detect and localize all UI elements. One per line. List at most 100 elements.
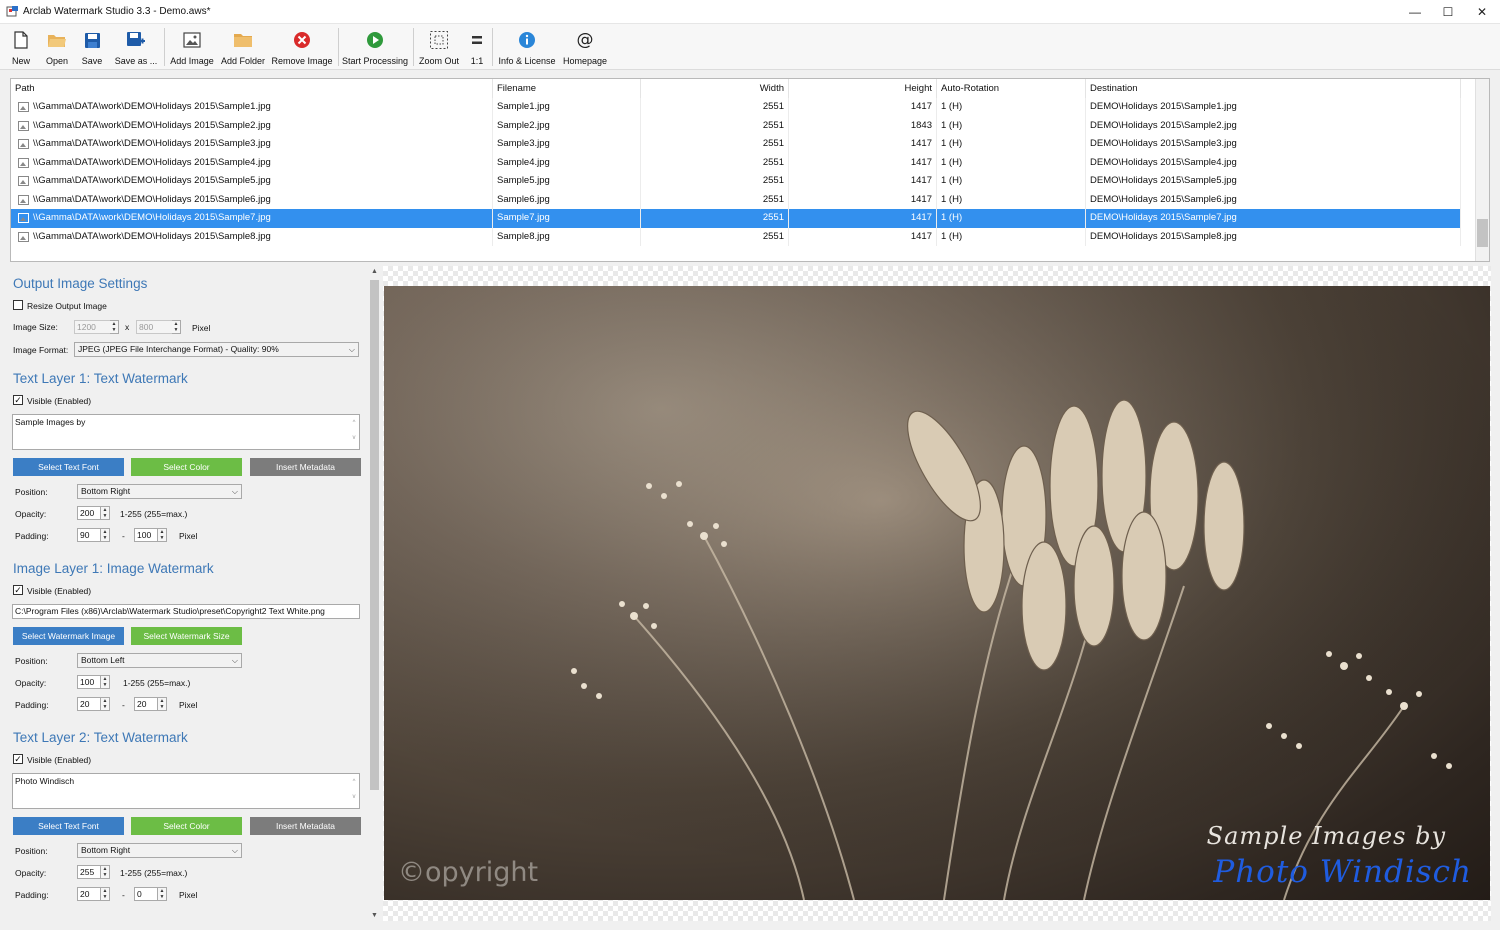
table-row[interactable]: \\Gamma\DATA\work\DEMO\Holidays 2015\Sam… (11, 153, 1461, 172)
cell-destination: DEMO\Holidays 2015\Sample4.jpg (1086, 153, 1461, 172)
scroll-up-arrow-icon[interactable]: ▲ (369, 266, 380, 278)
chevron-down-icon: ⌵ (231, 846, 238, 855)
text-layer-1-position-select[interactable]: Bottom Right ⌵ (77, 484, 242, 499)
image-height-spinner[interactable]: ▲ ▼ (172, 320, 181, 334)
image-layer-1-visible-checkbox[interactable]: ✓ (13, 585, 23, 595)
cell-rotation: 1 (H) (937, 98, 1086, 117)
text-layer-1-padding-x-input[interactable]: 90 (77, 528, 101, 542)
image-layer-1-opacity-label: Opacity: (15, 678, 47, 688)
text-layer-1-text-input[interactable]: Sample Images by ^ v (12, 414, 360, 450)
text-watermark-line-1: Sample Images by (1206, 822, 1446, 850)
column-header-destination[interactable]: Destination (1086, 79, 1461, 99)
image-layer-1-padding-y-spinner[interactable]: ▲ ▼ (158, 697, 167, 711)
image-size-label: Image Size: (13, 322, 58, 332)
text-layer-2-padding-y-input[interactable]: 0 (134, 887, 158, 901)
text-layer-1-insert-metadata-button[interactable]: Insert Metadata (250, 458, 361, 476)
column-header-width[interactable]: Width (641, 79, 789, 99)
cell-destination: DEMO\Holidays 2015\Sample2.jpg (1086, 116, 1461, 135)
cell-destination: DEMO\Holidays 2015\Sample8.jpg (1086, 227, 1461, 246)
table-scrollbar-thumb[interactable] (1477, 219, 1488, 247)
settings-scrollbar-thumb[interactable] (370, 280, 379, 790)
copyright-watermark: ©opyright (398, 857, 539, 888)
table-row[interactable]: \\Gamma\DATA\work\DEMO\Holidays 2015\Sam… (11, 172, 1461, 191)
table-row[interactable]: \\Gamma\DATA\work\DEMO\Holidays 2015\Sam… (11, 116, 1461, 135)
cell-rotation: 1 (H) (937, 135, 1086, 154)
image-width-spinner[interactable]: ▲ ▼ (110, 320, 119, 334)
new-button[interactable]: New (6, 26, 36, 68)
open-button[interactable]: Open (42, 26, 72, 68)
maximize-button[interactable]: ☐ (1431, 0, 1465, 24)
add-folder-button[interactable]: Add Folder (220, 26, 266, 68)
resize-output-checkbox[interactable] (13, 300, 23, 310)
cell-destination: DEMO\Holidays 2015\Sample3.jpg (1086, 135, 1461, 154)
image-layer-1-padding-y-input[interactable]: 20 (134, 697, 158, 711)
table-row[interactable]: \\Gamma\DATA\work\DEMO\Holidays 2015\Sam… (11, 135, 1461, 154)
text-layer-2-insert-metadata-button[interactable]: Insert Metadata (250, 817, 361, 835)
text-layer-2-text-input[interactable]: Photo Windisch ^ v (12, 773, 360, 809)
resize-output-label: Resize Output Image (27, 301, 107, 311)
table-row[interactable]: \\Gamma\DATA\work\DEMO\Holidays 2015\Sam… (11, 98, 1461, 117)
settings-panel: Output Image Settings Resize Output Imag… (0, 266, 368, 926)
image-layer-1-padding-x-spinner[interactable]: ▲ ▼ (101, 697, 110, 711)
cell-rotation: 1 (H) (937, 227, 1086, 246)
textarea-scroll-arrows[interactable]: ^ v (350, 416, 358, 448)
text-layer-1-opacity-input[interactable]: 200 (77, 506, 101, 520)
cell-width: 2551 (641, 209, 789, 228)
text-layer-2-position-select[interactable]: Bottom Right ⌵ (77, 843, 242, 858)
select-watermark-size-button[interactable]: Select Watermark Size (131, 627, 242, 645)
select-watermark-image-button[interactable]: Select Watermark Image (13, 627, 124, 645)
image-preview: ©opyright Sample Images by Photo Windisc… (383, 266, 1491, 921)
scroll-down-arrow-icon[interactable]: ▼ (369, 910, 380, 922)
table-row[interactable]: \\Gamma\DATA\work\DEMO\Holidays 2015\Sam… (11, 209, 1461, 228)
table-scrollbar[interactable] (1475, 79, 1489, 261)
image-height-input[interactable]: 800 (136, 320, 173, 334)
info-license-button[interactable]: Info & License (497, 26, 557, 68)
text-layer-2-padding-y-spinner[interactable]: ▲ ▼ (158, 887, 167, 901)
text-layer-1-select-font-button[interactable]: Select Text Font (13, 458, 124, 476)
text-layer-2-select-color-button[interactable]: Select Color (131, 817, 242, 835)
start-processing-button[interactable]: Start Processing (342, 26, 408, 68)
settings-scrollbar[interactable]: ▲ ▼ (369, 266, 380, 922)
image-layer-1-file-path-input[interactable]: C:\Program Files (x86)\Arclab\Watermark … (12, 604, 360, 619)
image-layer-1-opacity-spinner[interactable]: ▲ ▼ (101, 675, 110, 689)
image-format-select[interactable]: JPEG (JPEG File Interchange Format) - Qu… (74, 342, 359, 357)
save-button[interactable]: Save (78, 26, 106, 68)
text-layer-2-opacity-hint: 1-255 (255=max.) (120, 868, 188, 878)
homepage-button[interactable]: @ Homepage (562, 26, 608, 68)
text-layer-2-padding-separator: - (122, 890, 125, 900)
text-layer-1-padding-x-spinner[interactable]: ▲ ▼ (101, 528, 110, 542)
table-row[interactable]: \\Gamma\DATA\work\DEMO\Holidays 2015\Sam… (11, 227, 1461, 246)
minimize-button[interactable]: — (1398, 0, 1432, 24)
cell-path: \\Gamma\DATA\work\DEMO\Holidays 2015\Sam… (11, 172, 493, 191)
text-layer-2-select-font-button[interactable]: Select Text Font (13, 817, 124, 835)
text-layer-1-visible-checkbox[interactable]: ✓ (13, 395, 23, 405)
column-header-height[interactable]: Height (789, 79, 937, 99)
text-layer-1-padding-label: Padding: (15, 531, 49, 541)
text-layer-2-padding-x-spinner[interactable]: ▲ ▼ (101, 887, 110, 901)
add-image-button[interactable]: Add Image (169, 26, 215, 68)
image-width-input[interactable]: 1200 (74, 320, 111, 334)
text-layer-1-padding-y-input[interactable]: 100 (134, 528, 158, 542)
image-layer-1-padding-x-input[interactable]: 20 (77, 697, 101, 711)
column-header-path[interactable]: Path (11, 79, 493, 99)
text-layer-1-opacity-spinner[interactable]: ▲ ▼ (101, 506, 110, 520)
table-row[interactable]: \\Gamma\DATA\work\DEMO\Holidays 2015\Sam… (11, 190, 1461, 209)
toolbar-separator (164, 28, 165, 66)
save-as-button[interactable]: Save as ... (114, 26, 158, 68)
text-layer-2-opacity-input[interactable]: 255 (77, 865, 101, 879)
zoom-out-button[interactable]: Zoom Out (417, 26, 461, 68)
zoom-one-to-one-button[interactable]: 1:1 (466, 26, 488, 68)
image-layer-1-opacity-input[interactable]: 100 (77, 675, 101, 689)
column-header-auto-rotation[interactable]: Auto-Rotation (937, 79, 1086, 99)
close-window-button[interactable]: ✕ (1465, 0, 1499, 24)
image-layer-1-position-select[interactable]: Bottom Left ⌵ (77, 653, 242, 668)
column-header-filename[interactable]: Filename (493, 79, 641, 99)
remove-image-button[interactable]: Remove Image (271, 26, 333, 68)
image-format-label: Image Format: (13, 345, 69, 355)
text-layer-1-select-color-button[interactable]: Select Color (131, 458, 242, 476)
text-layer-1-padding-y-spinner[interactable]: ▲ ▼ (158, 528, 167, 542)
textarea-scroll-arrows[interactable]: ^ v (350, 775, 358, 807)
text-layer-2-padding-x-input[interactable]: 20 (77, 887, 101, 901)
text-layer-2-visible-checkbox[interactable]: ✓ (13, 754, 23, 764)
text-layer-2-opacity-spinner[interactable]: ▲ ▼ (101, 865, 110, 879)
